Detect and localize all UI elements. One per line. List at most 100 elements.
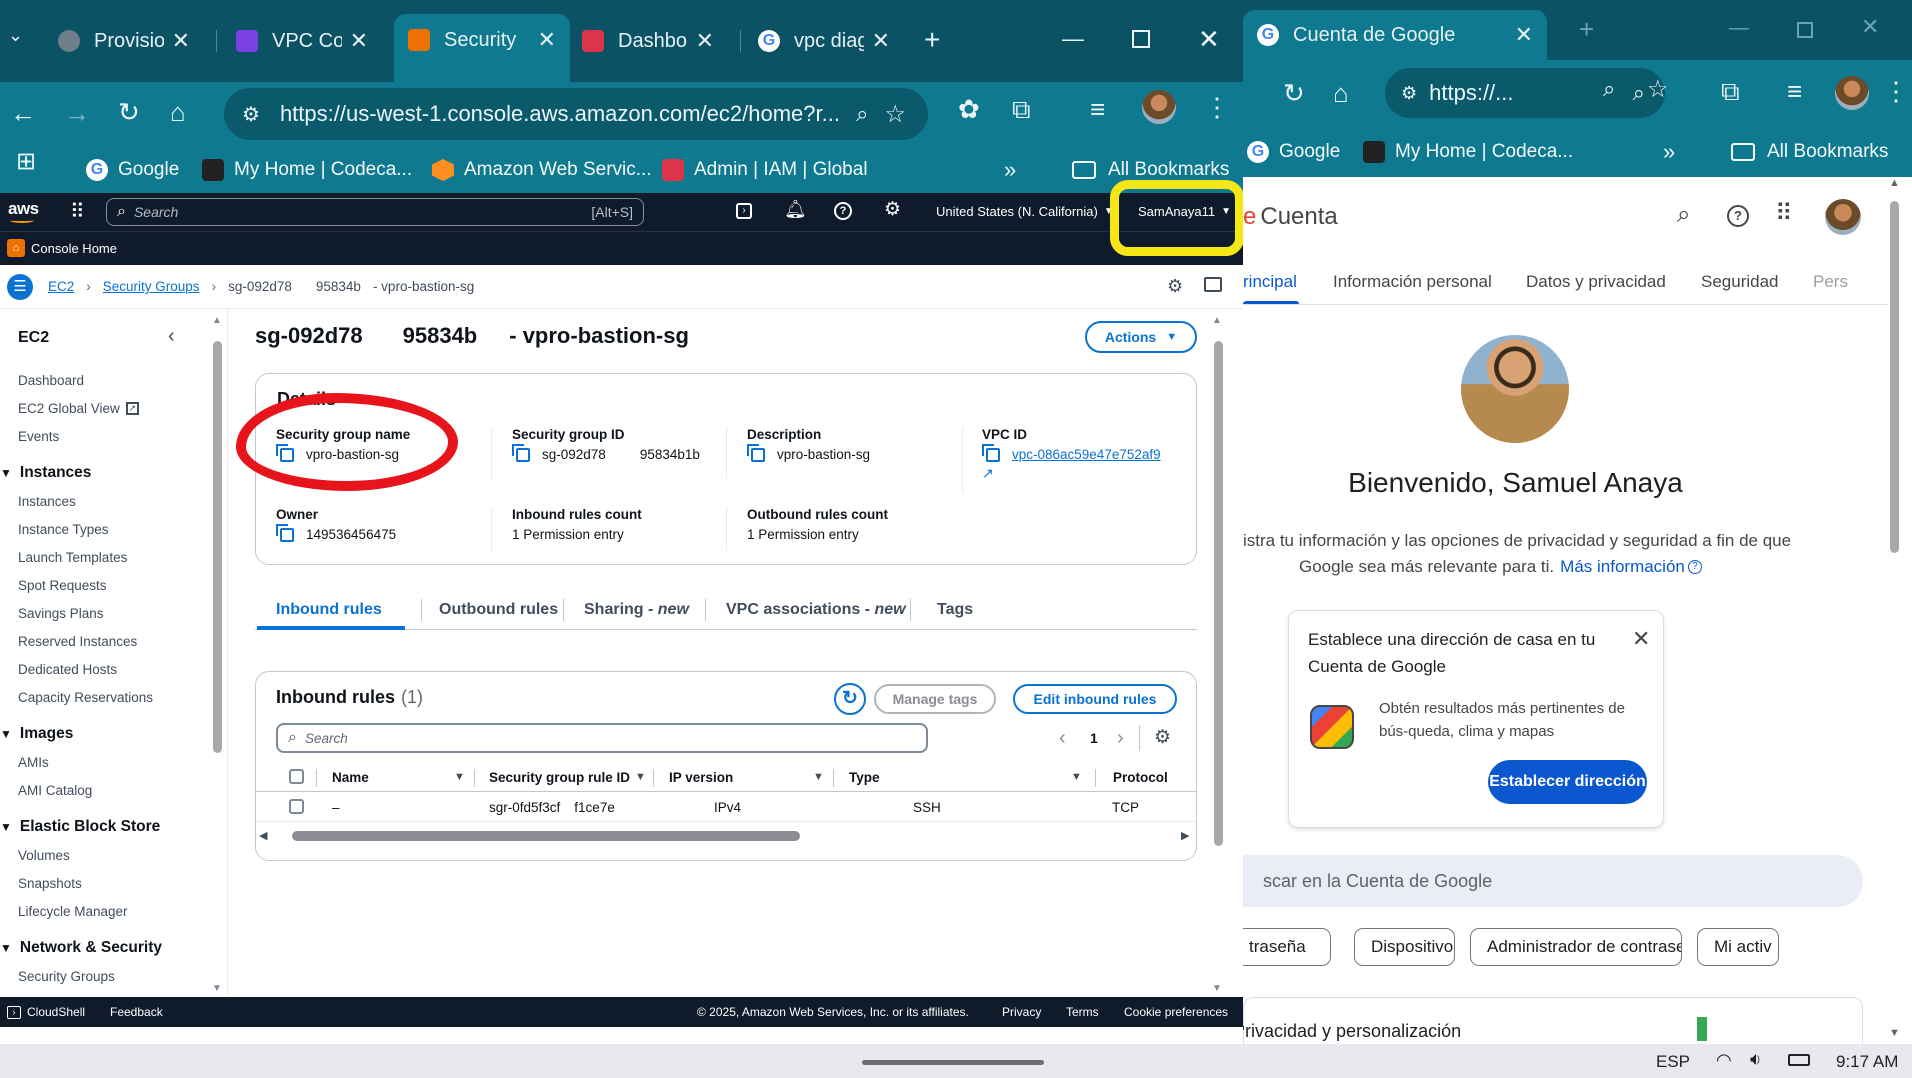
settings-gear-icon[interactable]: ⚙ bbox=[884, 198, 901, 221]
copy-icon[interactable] bbox=[982, 443, 1000, 462]
help-icon[interactable]: ? bbox=[834, 202, 852, 220]
tab-dashboard[interactable]: Dashbo ✕ bbox=[568, 16, 728, 66]
bookmark-codecademy[interactable]: My Home | Codeca... bbox=[1363, 134, 1573, 170]
feedback-screen-icon[interactable] bbox=[1204, 277, 1222, 292]
reload-icon[interactable]: ↻ bbox=[1283, 80, 1305, 106]
external-link-icon[interactable]: ↗ bbox=[982, 465, 994, 482]
google-account-brand[interactable]: e Cuenta bbox=[1243, 203, 1338, 231]
terms-link[interactable]: Terms bbox=[1066, 1005, 1099, 1019]
forward-icon[interactable]: → bbox=[64, 100, 90, 126]
tab-tags[interactable]: Tags bbox=[937, 601, 973, 619]
tab-sharing[interactable]: Sharing - new bbox=[584, 601, 689, 619]
minimize-icon[interactable]: — bbox=[1729, 18, 1749, 38]
page-scrollbar[interactable]: ▲ ▼ bbox=[1884, 177, 1906, 1044]
column-header-rule-id[interactable]: Security group rule ID bbox=[489, 770, 630, 785]
sidebar-item-reserved-instances[interactable]: Reserved Instances bbox=[18, 634, 137, 649]
apps-grid-icon[interactable]: ⊞ bbox=[16, 150, 36, 174]
tab-vpc-console[interactable]: VPC Con ✕ bbox=[222, 16, 382, 66]
taskbar-handle[interactable] bbox=[862, 1060, 1044, 1065]
search-icon[interactable]: ⌕ bbox=[1677, 201, 1690, 229]
side-nav-toggle-icon[interactable]: ☰ bbox=[7, 274, 33, 300]
tab-vpc-associations[interactable]: VPC associations - new bbox=[726, 601, 906, 619]
cookie-preferences-link[interactable]: Cookie preferences bbox=[1124, 1005, 1228, 1019]
bookmark-google[interactable]: G Google bbox=[86, 152, 179, 188]
home-icon[interactable]: ⌂ bbox=[170, 99, 186, 125]
sidebar-section-instances[interactable]: ▼ Instances bbox=[0, 464, 91, 482]
refresh-icon[interactable]: ↻ bbox=[834, 683, 866, 715]
menu-kebab-icon[interactable]: ⋮ bbox=[1204, 94, 1230, 120]
close-tab-icon[interactable]: ✕ bbox=[538, 27, 556, 53]
sort-caret-icon[interactable]: ▼ bbox=[635, 771, 646, 783]
sidebar-item-dedicated-hosts[interactable]: Dedicated Hosts bbox=[18, 662, 117, 677]
collapse-sidebar-chevron-icon[interactable]: ‹ bbox=[168, 325, 175, 348]
tab-vpc-diagram[interactable]: G vpc diag ✕ bbox=[744, 16, 904, 66]
back-icon[interactable]: ← bbox=[10, 100, 36, 126]
address-bar[interactable]: ⚙ https://us-west-1.console.aws.amazon.c… bbox=[224, 88, 928, 140]
close-window-icon[interactable]: ✕ bbox=[1861, 16, 1879, 38]
all-bookmarks-folder[interactable]: All Bookmarks bbox=[1731, 134, 1888, 170]
sidebar-item-launch-templates[interactable]: Launch Templates bbox=[18, 550, 127, 565]
profile-avatar[interactable] bbox=[1835, 76, 1869, 110]
maximize-icon[interactable] bbox=[1132, 30, 1150, 48]
tab-google-account[interactable]: G Cuenta de Google ✕ bbox=[1243, 10, 1547, 60]
table-horizontal-scrollbar[interactable]: ◀ ▶ bbox=[256, 829, 1196, 843]
prev-page-chevron-icon[interactable]: ‹ bbox=[1059, 727, 1066, 750]
sort-caret-icon[interactable]: ▼ bbox=[813, 771, 824, 783]
home-icon[interactable]: ⌂ bbox=[1333, 80, 1349, 106]
tab-outbound-rules[interactable]: Outbound rules bbox=[439, 601, 558, 619]
vpc-id-link[interactable]: vpc-086ac59e47e752af9 bbox=[982, 443, 1161, 462]
new-tab-icon[interactable]: + bbox=[924, 26, 940, 54]
aws-logo[interactable]: aws bbox=[8, 199, 39, 219]
bookmark-codecademy[interactable]: My Home | Codeca... bbox=[202, 152, 412, 188]
info-panel-icon[interactable]: ⚙ bbox=[1167, 276, 1183, 297]
sidebar-section-ebs[interactable]: ▼ Elastic Block Store bbox=[0, 818, 160, 836]
nav-tab-personal-info[interactable]: Información personal bbox=[1333, 272, 1492, 292]
nav-tab-home[interactable]: rincipal bbox=[1243, 272, 1297, 292]
chip-password-manager[interactable]: Administrador de contraseñas bbox=[1470, 928, 1682, 966]
breadcrumb-security-groups[interactable]: Security Groups bbox=[103, 279, 200, 294]
site-info-icon[interactable]: ⚙ bbox=[1401, 83, 1417, 104]
feedback-link[interactable]: Feedback bbox=[110, 1005, 163, 1019]
media-control-icon[interactable]: ≡ bbox=[1787, 78, 1802, 104]
bookmark-google[interactable]: G Google bbox=[1247, 134, 1340, 170]
sidebar-item-snapshots[interactable]: Snapshots bbox=[18, 876, 82, 891]
rules-search-input[interactable]: ⌕ Search bbox=[276, 723, 928, 753]
cloudshell-icon[interactable]: › bbox=[736, 203, 752, 219]
site-info-icon[interactable]: ⚙ bbox=[242, 102, 260, 127]
copy-icon[interactable] bbox=[747, 443, 765, 462]
notifications-bell-icon[interactable]: 🔔︎ bbox=[784, 199, 807, 220]
row-checkbox[interactable] bbox=[289, 799, 304, 814]
help-icon[interactable]: ? bbox=[1727, 205, 1749, 227]
table-preferences-gear-icon[interactable]: ⚙ bbox=[1154, 726, 1171, 749]
sidebar-section-network-security[interactable]: ▼ Network & Security bbox=[0, 939, 162, 957]
account-avatar[interactable] bbox=[1825, 199, 1861, 235]
media-control-icon[interactable]: ≡ bbox=[1090, 96, 1105, 122]
close-window-icon[interactable]: ✕ bbox=[1198, 26, 1220, 52]
bookmark-admin-iam[interactable]: Admin | IAM | Global bbox=[662, 152, 868, 188]
column-header-type[interactable]: Type bbox=[849, 770, 880, 785]
profile-avatar[interactable] bbox=[1142, 90, 1176, 124]
help-circle-icon[interactable]: ? bbox=[1687, 560, 1702, 574]
vpc-id-text[interactable]: vpc-086ac59e47e752af9 bbox=[1012, 447, 1161, 462]
next-page-chevron-icon[interactable]: › bbox=[1117, 727, 1124, 750]
address-bar[interactable]: ⚙ https://... ⌕ bbox=[1385, 68, 1665, 118]
sidebar-item-dashboard[interactable]: Dashboard bbox=[18, 373, 84, 388]
extension-puzzle-icon[interactable]: ✿ bbox=[958, 96, 980, 122]
bookmark-aws[interactable]: Amazon Web Servic... bbox=[432, 152, 652, 188]
address-text[interactable]: https://us-west-1.console.aws.amazon.com… bbox=[280, 101, 840, 127]
console-home-link[interactable]: ⌂ Console Home bbox=[7, 239, 117, 257]
sidebar-item-global-view[interactable]: EC2 Global View ↗ bbox=[18, 401, 139, 416]
sidebar-item-security-groups[interactable]: Security Groups bbox=[18, 969, 115, 984]
sidebar-item-spot-requests[interactable]: Spot Requests bbox=[18, 578, 107, 593]
sidebar-item-ami-catalog[interactable]: AMI Catalog bbox=[18, 783, 92, 798]
sidebar-scrollbar[interactable]: ▲ ▼ bbox=[210, 315, 224, 995]
tab-inbound-rules[interactable]: Inbound rules bbox=[276, 601, 382, 619]
close-tab-icon[interactable]: ✕ bbox=[696, 28, 714, 54]
chip-my-activity[interactable]: Mi activ bbox=[1697, 928, 1779, 966]
new-tab-icon[interactable]: + bbox=[1579, 16, 1594, 42]
chip-password[interactable]: traseña bbox=[1243, 928, 1331, 966]
sidebar-item-lifecycle-manager[interactable]: Lifecycle Manager bbox=[18, 904, 128, 919]
nav-tab-people[interactable]: Pers bbox=[1813, 272, 1848, 292]
more-info-link[interactable]: Más información bbox=[1560, 557, 1685, 577]
tab-search-chevron-icon[interactable]: ⌄ bbox=[8, 26, 23, 44]
